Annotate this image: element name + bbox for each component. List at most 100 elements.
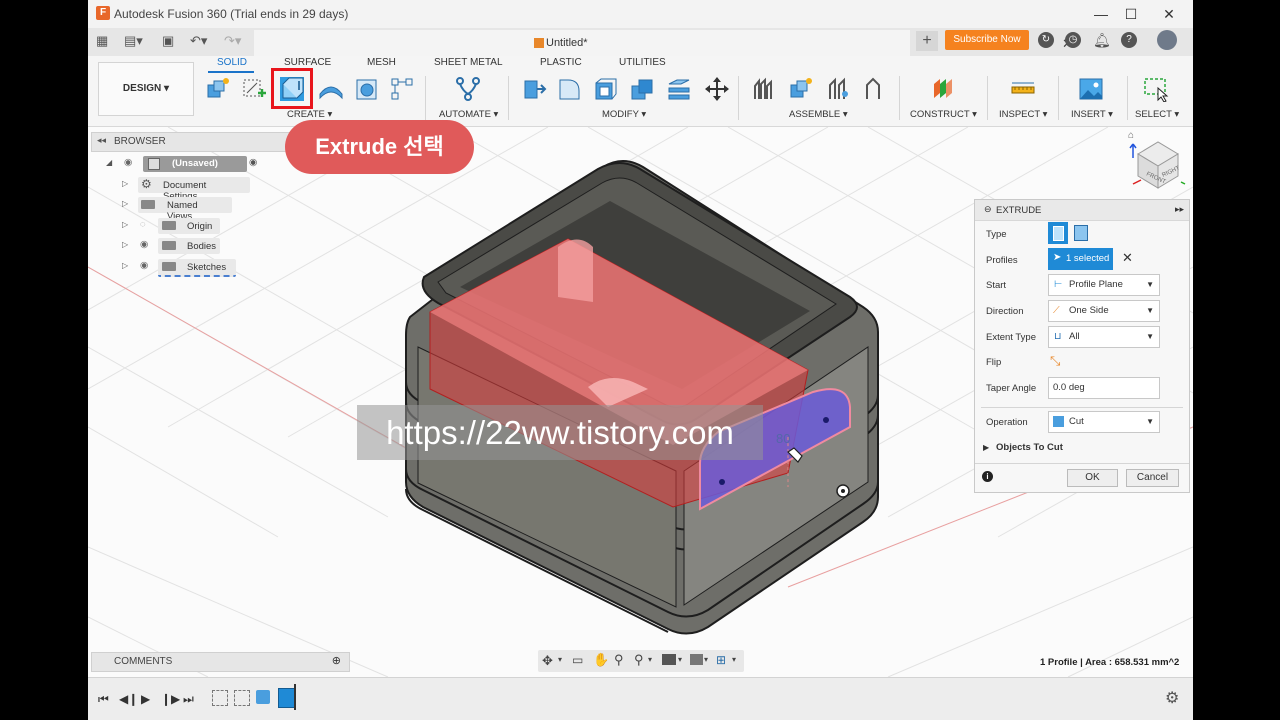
timeline-last-icon[interactable]: ⏭ [183,692,194,707]
timeline-first-icon[interactable]: ⏮ [98,692,109,707]
timeline-revolve-icon[interactable] [256,690,270,704]
help-icon[interactable]: ? [1121,32,1137,48]
move-copy-icon[interactable] [704,76,730,102]
clear-selection-icon[interactable]: ✕ [1122,250,1133,266]
info-icon[interactable]: i [982,471,993,482]
offline-icon[interactable]: ↻ [1038,32,1054,48]
offset-plane-icon[interactable] [930,76,956,102]
automate-group-label[interactable]: AUTOMATE ▾ [439,109,498,120]
shell-icon[interactable] [593,76,619,102]
joint-icon[interactable] [827,76,853,102]
pan-hand-icon[interactable]: ✋ [593,652,609,668]
chevron-down-icon[interactable]: ▾ [732,655,736,664]
new-component-icon[interactable] [205,76,231,102]
ok-button[interactable]: OK [1067,469,1118,487]
combine-icon[interactable] [629,76,655,102]
zoom-window-icon[interactable]: ⚲ [634,652,644,668]
zoom-icon[interactable]: ⚲ [614,652,624,668]
select-icon[interactable] [1143,76,1169,102]
tab-surface[interactable]: SURFACE [284,57,331,68]
tab-utilities[interactable]: UTILITIES [619,57,666,68]
document-tab[interactable]: Untitled* ✕ [254,30,1073,56]
add-comment-icon[interactable]: ⊕ [332,654,341,667]
close-icon[interactable]: ✕ [1154,4,1184,24]
eye-icon[interactable]: ◉ [124,157,132,168]
tab-sheet-metal[interactable]: SHEET METAL [434,57,503,68]
look-at-icon[interactable]: ▭ [572,653,583,667]
taper-angle-input[interactable]: 0.0 deg [1048,377,1160,399]
timeline-play-icon[interactable]: ▶ [141,692,150,706]
expand-toggle-icon[interactable]: ▷ [122,179,128,188]
tab-solid[interactable]: SOLID [217,57,247,68]
collapse-browser-icon[interactable]: ◂◂ [97,135,106,146]
undo-icon[interactable]: ↶▾ [190,33,207,49]
modify-group-label[interactable]: MODIFY ▾ [602,109,646,120]
insert-group-label[interactable]: INSERT ▾ [1071,109,1113,120]
expand-toggle-icon[interactable]: ◢ [106,158,112,167]
press-pull-icon[interactable] [521,76,547,102]
operation-select[interactable]: Cut ▼ [1048,411,1160,433]
display-settings-icon[interactable] [662,654,676,665]
automate-icon[interactable] [455,76,481,102]
redo-icon[interactable]: ↷▾ [224,33,241,49]
objects-to-cut-label[interactable]: Objects To Cut [996,442,1063,453]
create-group-label[interactable]: CREATE ▾ [287,109,332,120]
start-select[interactable]: ⊢ Profile Plane ▼ [1048,274,1160,296]
new-assembly-component-icon[interactable] [788,76,814,102]
flip-direction-icon[interactable]: ⤡ [1050,353,1060,369]
new-tab-button[interactable]: + [916,31,938,51]
chevron-down-icon[interactable]: ▾ [648,655,652,664]
fillet-icon[interactable] [557,76,583,102]
revolve-icon[interactable] [318,76,344,102]
construct-group-label[interactable]: CONSTRUCT ▾ [910,109,977,120]
chevron-down-icon[interactable]: ▾ [558,655,562,664]
expand-toggle-icon[interactable]: ▷ [122,261,128,270]
timeline-sketch-icon[interactable] [212,690,228,706]
maximize-icon[interactable]: ☐ [1116,4,1146,24]
cancel-button[interactable]: Cancel [1126,469,1179,487]
grid-menu-icon[interactable]: ▦ [96,33,108,49]
chevron-down-icon[interactable]: ▾ [678,655,682,664]
create-sketch-icon[interactable] [241,76,267,102]
grid-snaps-icon[interactable] [690,654,703,665]
save-icon[interactable]: ▣ [162,33,174,49]
timeline-marker[interactable] [294,684,296,710]
pattern-icon[interactable] [389,76,415,102]
home-view-icon[interactable]: ⌂ [1128,130,1134,141]
eye-hidden-icon[interactable]: ◌ [140,219,146,230]
subscribe-button[interactable]: Subscribe Now [945,30,1029,50]
tab-mesh[interactable]: MESH [367,57,396,68]
timeline-sketch-icon[interactable] [234,690,250,706]
expand-toggle-icon[interactable]: ▷ [122,199,128,208]
chevron-down-icon[interactable]: ▾ [704,655,708,664]
hole-icon[interactable] [354,76,380,102]
minimize-icon[interactable]: — [1086,4,1116,24]
select-group-label[interactable]: SELECT ▾ [1135,109,1179,120]
extrude-icon[interactable] [277,74,307,104]
orbit-icon[interactable]: ✥ [542,653,553,669]
eye-icon[interactable]: ◉ [140,239,148,250]
split-body-icon[interactable] [666,76,692,102]
expand-toggle-icon[interactable]: ▷ [122,240,128,249]
viewports-icon[interactable]: ⊞ [716,653,726,667]
profiles-selector[interactable]: ➤ 1 selected [1048,248,1113,270]
expand-toggle-icon[interactable]: ▷ [122,220,128,229]
expand-objects-icon[interactable]: ▶ [983,443,989,452]
new-component-assemble-icon[interactable] [752,76,778,102]
expand-dialog-icon[interactable]: ▸▸ [1175,204,1184,215]
view-cube[interactable]: FRONT RIGHT [1123,132,1188,194]
inspect-group-label[interactable]: INSPECT ▾ [999,109,1047,120]
assemble-group-label[interactable]: ASSEMBLE ▾ [789,109,848,120]
tab-plastic[interactable]: PLASTIC [540,57,582,68]
insert-image-icon[interactable] [1078,76,1104,102]
type-thin-icon[interactable] [1074,225,1088,241]
activate-radio-icon[interactable]: ◉ [249,157,257,168]
type-solid-button[interactable] [1048,222,1068,244]
direction-select[interactable]: ⟋ One Side ▼ [1048,300,1160,322]
as-built-joint-icon[interactable] [861,76,887,102]
collapse-dialog-icon[interactable]: ⊖ [984,204,992,215]
eye-icon[interactable]: ◉ [140,260,148,271]
job-status-icon[interactable]: ◷ [1065,32,1081,48]
user-avatar[interactable] [1157,30,1177,50]
extent-type-select[interactable]: ⊔ All ▼ [1048,326,1160,348]
